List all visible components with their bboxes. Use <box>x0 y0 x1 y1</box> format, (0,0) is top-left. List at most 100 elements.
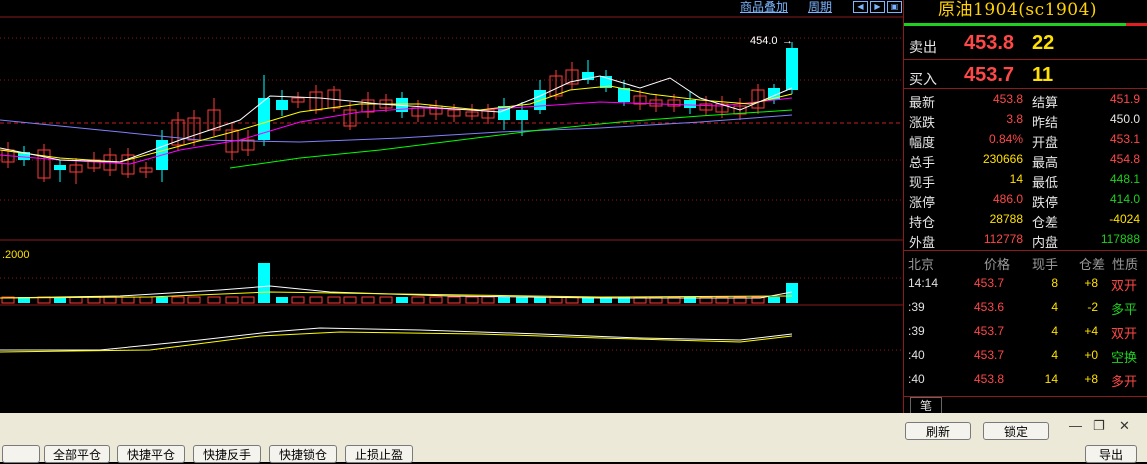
trade-oi-change: +4 <box>1084 324 1098 338</box>
volume-bar <box>309 296 323 304</box>
export-button[interactable]: 导出 <box>1085 445 1137 463</box>
ask-price: 453.8 <box>964 32 1015 54</box>
ma60-line <box>229 109 793 169</box>
quote-value: 453.8 <box>992 92 1023 106</box>
trade-time: :40 <box>908 348 925 362</box>
arrow-icon: → <box>782 35 793 47</box>
bottom-toolbar: 刷新 锁定 — ❐ ✕ 全部平仓 快捷平仓 快捷反手 快捷锁仓 止损止盈 导出 <box>0 413 1147 463</box>
trade-nature: 空换 <box>1111 350 1138 365</box>
trade-price: 453.8 <box>974 372 1005 386</box>
volume-bar <box>768 297 780 303</box>
trade-oi-change: +8 <box>1084 372 1098 386</box>
quote-label: 总手 <box>909 155 936 170</box>
refresh-button[interactable]: 刷新 <box>905 422 971 440</box>
trade-nature: 多开 <box>1111 374 1138 389</box>
volume-bar <box>156 297 168 303</box>
candle-body <box>516 110 528 120</box>
lock-button[interactable]: 锁定 <box>983 422 1049 440</box>
period-link[interactable]: 周期 <box>808 0 832 15</box>
quote-value: 14 <box>1009 172 1023 186</box>
quote-panel: 原油1904(sc1904) 卖出 453.8 22 买入 453.7 11 最… <box>903 0 1147 414</box>
quote-label: 最低 <box>1032 175 1059 190</box>
ma5-line <box>0 75 793 163</box>
volume-bar <box>481 296 495 304</box>
volume-bar <box>187 296 201 304</box>
header-nature: 性质 <box>1112 257 1139 272</box>
quote-label: 持仓 <box>909 215 936 230</box>
quick-lock-button[interactable]: 快捷锁仓 <box>269 445 337 463</box>
quote-row: 持仓 28788 仓差 -4024 <box>904 210 1147 230</box>
quote-label: 现手 <box>909 175 936 190</box>
quote-label: 外盘 <box>909 235 936 250</box>
divider <box>904 250 1147 251</box>
volume-bar <box>447 296 461 304</box>
scroll-left-icon[interactable]: ◀ <box>853 1 868 13</box>
volume-bar <box>207 296 221 304</box>
bid-label: 买入 <box>909 71 937 87</box>
trade-volume: 8 <box>1051 276 1058 290</box>
volume-bar <box>361 296 375 304</box>
volume-bar <box>534 297 546 303</box>
quote-row: 最新 453.8 结算 451.9 <box>904 90 1147 110</box>
quote-value: 112778 <box>983 232 1023 246</box>
ask-row: 卖出 453.8 22 <box>904 28 1147 60</box>
blank-button[interactable] <box>2 445 40 463</box>
volume-bar <box>291 296 305 304</box>
quote-label: 涨跌 <box>909 115 936 130</box>
volume-bar <box>343 296 357 304</box>
trade-time: :40 <box>908 372 925 386</box>
volume-bar <box>139 296 153 304</box>
trade-price: 453.7 <box>974 276 1005 290</box>
trade-time: :39 <box>908 324 925 338</box>
quote-label: 内盘 <box>1032 235 1059 250</box>
ma120-line <box>0 114 793 143</box>
trade-nature: 多平 <box>1111 302 1138 317</box>
trade-price: 453.7 <box>974 324 1005 338</box>
trade-volume: 4 <box>1051 348 1058 362</box>
minimize-icon[interactable]: — <box>1069 418 1082 433</box>
stop-loss-button[interactable]: 止损止盈 <box>345 445 413 463</box>
close-icon[interactable]: ✕ <box>1119 418 1130 434</box>
quote-value: 451.9 <box>1109 92 1140 106</box>
quick-reverse-button[interactable]: 快捷反手 <box>193 445 261 463</box>
volume-scale-label: .2000 <box>2 249 30 261</box>
quote-value: 117888 <box>1100 232 1140 246</box>
trade-price: 453.6 <box>974 300 1005 314</box>
candle-body <box>684 100 696 108</box>
volume-bar <box>171 296 185 304</box>
candle-body <box>54 165 66 170</box>
trade-nature: 双开 <box>1111 278 1138 293</box>
quote-value: -4024 <box>1109 212 1140 226</box>
volume-bar <box>225 296 239 304</box>
volume-bar <box>258 263 270 303</box>
header-time: 北京 <box>908 257 935 272</box>
trade-oi-change: +8 <box>1084 276 1098 290</box>
trade-volume: 4 <box>1051 324 1058 338</box>
oi-line <box>0 327 793 351</box>
trade-volume: 4 <box>1051 300 1058 314</box>
quote-value: 414.0 <box>1109 192 1140 206</box>
quote-row: 现手 14 最低 448.1 <box>904 170 1147 190</box>
quote-label: 最高 <box>1032 155 1059 170</box>
quote-label: 跌停 <box>1032 195 1059 210</box>
quote-row: 外盘 112778 内盘 117888 <box>904 230 1147 250</box>
quote-value: 448.1 <box>1109 172 1140 186</box>
volume-bar <box>516 297 528 303</box>
volume-bar <box>327 296 341 304</box>
kline-chart-area[interactable]: 454.0 → .2000 商品叠加 周期 ◀ ▶ ▣ <box>0 0 903 413</box>
zoom-icon[interactable]: ▶ <box>870 1 885 13</box>
quote-label: 开盘 <box>1032 135 1059 150</box>
trade-nature: 双开 <box>1111 326 1138 341</box>
close-all-button[interactable]: 全部平仓 <box>44 445 110 463</box>
restore-icon[interactable]: ❐ <box>1093 418 1105 434</box>
header-volume: 现手 <box>1032 257 1059 272</box>
candle-body <box>786 48 798 90</box>
tab-ticks[interactable]: 笔 <box>910 397 942 414</box>
trade-time: 14:14 <box>908 276 939 290</box>
quick-close-button[interactable]: 快捷平仓 <box>117 445 185 463</box>
kline-chart-svg[interactable]: 454.0 → .2000 <box>0 0 903 413</box>
scroll-right-icon[interactable]: ▣ <box>887 1 902 13</box>
trade-time: :39 <box>908 300 925 314</box>
volume-bar <box>103 296 117 304</box>
overlay-link[interactable]: 商品叠加 <box>740 0 788 15</box>
